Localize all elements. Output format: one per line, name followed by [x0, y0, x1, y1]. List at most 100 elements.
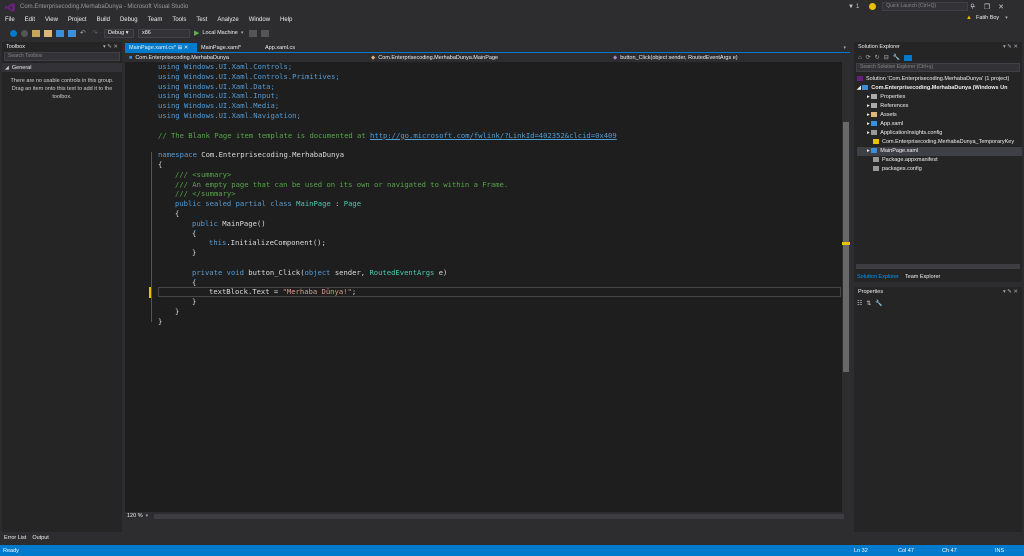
tree-item-packages-config[interactable]: packages.config	[857, 165, 1022, 174]
account-chevron-down-icon[interactable]: ▾	[1005, 15, 1008, 21]
property-pages-icon[interactable]: 🔧	[875, 300, 882, 307]
alphabetical-icon[interactable]: ⇅	[866, 300, 871, 307]
filter-icon[interactable]: ▼	[848, 4, 854, 10]
menu-debug[interactable]: Debug	[115, 14, 143, 26]
play-icon[interactable]: ▶	[194, 29, 199, 37]
menu-team[interactable]: Team	[143, 14, 168, 26]
navigation-bar: ■ Com.Enterprisecoding.MerhabaDunya ◆ Co…	[125, 53, 850, 62]
code-line: }	[158, 316, 163, 326]
method-icon: ◆	[613, 54, 618, 61]
documentation-link[interactable]: http://go.microsoft.com/fwlink/?LinkId=4…	[370, 131, 617, 140]
tree-item-assets[interactable]: ▸ Assets	[857, 111, 1022, 120]
save-icon[interactable]	[56, 29, 64, 37]
forward-icon[interactable]	[21, 29, 28, 37]
sync-icon[interactable]: ⟳	[866, 54, 871, 61]
feedback-smiley-icon[interactable]	[869, 3, 877, 10]
preview-icon[interactable]	[904, 54, 913, 61]
close-tab-icon[interactable]: ✕	[184, 45, 189, 51]
tree-item-mainpage-xaml[interactable]: ▸ MainPage.xaml	[857, 147, 1022, 156]
panel-options-icon[interactable]: ▾ ✎ ✕	[103, 42, 118, 52]
menu-window[interactable]: Window	[244, 14, 275, 26]
tab-list-chevron-down-icon[interactable]: ▾	[843, 45, 846, 51]
redo-icon[interactable]: ↷	[92, 30, 100, 37]
project-node[interactable]: ◢ Com.Enterprisecoding.MerhabaDunya (Win…	[857, 84, 1022, 93]
member-dropdown[interactable]: ◆ button_Click(object sender, RoutedEven…	[609, 55, 845, 61]
solution-explorer-panel: Solution Explorer ▾ ✎ ✕ ⌂ ⟳ ↻ ⊟ 🔧 Search…	[854, 42, 1022, 282]
tree-item-appxmanifest[interactable]: Package.appxmanifest	[857, 156, 1022, 165]
class-dropdown[interactable]: ◆ Com.Enterprisecoding.MerhabaDunya.Main…	[367, 55, 609, 61]
pin-icon[interactable]: ⊞	[178, 45, 183, 51]
title-bar: Com.Enterprisecoding.MerhabaDunya - Micr…	[0, 0, 1024, 14]
toolbar-extra-icon[interactable]	[249, 29, 258, 37]
maximize-button[interactable]: ❐	[980, 3, 994, 11]
project-dropdown[interactable]: ■ Com.Enterprisecoding.MerhabaDunya	[125, 55, 367, 61]
run-target-button[interactable]: Local Machine	[202, 30, 237, 36]
code-editor[interactable]: using Windows.UI.Xaml.Controls; using Wi…	[125, 62, 850, 520]
tree-item-temporary-key[interactable]: Com.Enterprisecoding.MerhabaDunya_Tempor…	[857, 138, 1022, 147]
undo-icon[interactable]: ↶	[80, 30, 88, 37]
zoom-chevron-down-icon[interactable]: ▾	[146, 513, 149, 519]
vs-logo-icon	[5, 3, 15, 12]
zoom-level-select[interactable]: 120 %	[127, 513, 143, 519]
chevron-down-icon[interactable]: ▾	[241, 30, 244, 36]
open-file-icon[interactable]	[44, 29, 52, 37]
platform-select[interactable]: x86	[138, 28, 190, 38]
menu-test[interactable]: Test	[191, 14, 212, 26]
save-all-icon[interactable]	[68, 29, 76, 37]
status-line: Ln 32	[854, 547, 868, 554]
toolbox-group-label: General	[11, 64, 32, 71]
menu-project[interactable]: Project	[63, 14, 92, 26]
solution-config-select[interactable]: Debug ▾	[104, 28, 134, 38]
tree-item-app-xaml[interactable]: ▸ App.xaml	[857, 120, 1022, 129]
tab-solution-explorer[interactable]: Solution Explorer	[854, 274, 902, 280]
project-icon: ■	[129, 54, 133, 61]
back-icon[interactable]	[10, 29, 17, 37]
new-project-icon[interactable]	[32, 29, 40, 37]
tab-error-list[interactable]: Error List	[2, 535, 28, 541]
menu-file[interactable]: File	[0, 14, 20, 26]
menu-analyze[interactable]: Analyze	[212, 14, 243, 26]
panel-options-icon[interactable]: ▾ ✎ ✕	[1003, 287, 1018, 297]
properties-icon[interactable]: 🔧	[893, 54, 900, 61]
notification-count[interactable]: 1	[856, 4, 859, 10]
menu-view[interactable]: View	[40, 14, 63, 26]
toolbox-group[interactable]: ◢ General	[2, 63, 122, 72]
solution-search-input[interactable]: Search Solution Explorer (Ctrl+ş)	[856, 63, 1020, 72]
home-icon[interactable]: ⌂	[858, 55, 862, 61]
collapse-icon[interactable]: ◢	[5, 65, 9, 71]
solution-explorer-header: Solution Explorer ▾ ✎ ✕	[858, 42, 1018, 52]
tree-item-properties[interactable]: ▸ Properties	[857, 93, 1022, 102]
user-icon[interactable]: ▲	[966, 15, 972, 21]
code-line: using Windows.UI.Xaml.Media;	[158, 101, 280, 111]
status-char: Ch 47	[942, 547, 957, 554]
vertical-scrollbar[interactable]	[842, 62, 850, 512]
tab-team-explorer[interactable]: Team Explorer	[902, 274, 943, 280]
toolbar-extra-icon-2[interactable]	[261, 29, 270, 37]
code-line: using Windows.UI.Xaml.Data;	[158, 81, 275, 91]
refresh-icon[interactable]: ↻	[875, 54, 880, 61]
solution-node[interactable]: Solution 'Com.Enterprisecoding.MerhabaDu…	[857, 75, 1022, 84]
quick-launch-input[interactable]: Quick Launch (Ctrl+Q)	[882, 2, 969, 11]
menu-build[interactable]: Build	[92, 14, 115, 26]
horizontal-scrollbar[interactable]	[154, 513, 845, 519]
code-line: using Windows.UI.Xaml.Navigation;	[158, 111, 301, 120]
menu-tools[interactable]: Tools	[167, 14, 191, 26]
toolbox-search-input[interactable]: Search Toolbox	[4, 52, 120, 61]
menu-bar: File Edit View Project Build Debug Team Tools Te…	[0, 14, 1024, 26]
panel-options-icon[interactable]: ▾ ✎ ✕	[1003, 42, 1018, 52]
menu-help[interactable]: Help	[275, 14, 297, 26]
standard-toolbar: ↶ ↷ Debug ▾ x86 ▶ Local Machine ▾	[0, 27, 1024, 39]
collapse-all-icon[interactable]: ⊟	[884, 54, 889, 61]
outline-margin	[151, 152, 157, 322]
close-button[interactable]: ✕	[994, 3, 1008, 11]
scrollbar-thumb[interactable]	[843, 122, 849, 372]
categorized-icon[interactable]: ☷	[857, 300, 862, 307]
tree-item-references[interactable]: ▸ References	[857, 102, 1022, 111]
solution-explorer-hscrollbar[interactable]	[856, 264, 1020, 269]
minimize-button[interactable]: –	[966, 2, 980, 11]
user-name[interactable]: Fatih Boy	[976, 15, 999, 21]
tree-item-appinsights[interactable]: ▸ ApplicationInsights.config	[857, 129, 1022, 138]
code-line-comment: // The Blank Page item template is docum…	[158, 130, 617, 140]
menu-edit[interactable]: Edit	[20, 14, 40, 26]
tab-output[interactable]: Output	[28, 535, 53, 541]
